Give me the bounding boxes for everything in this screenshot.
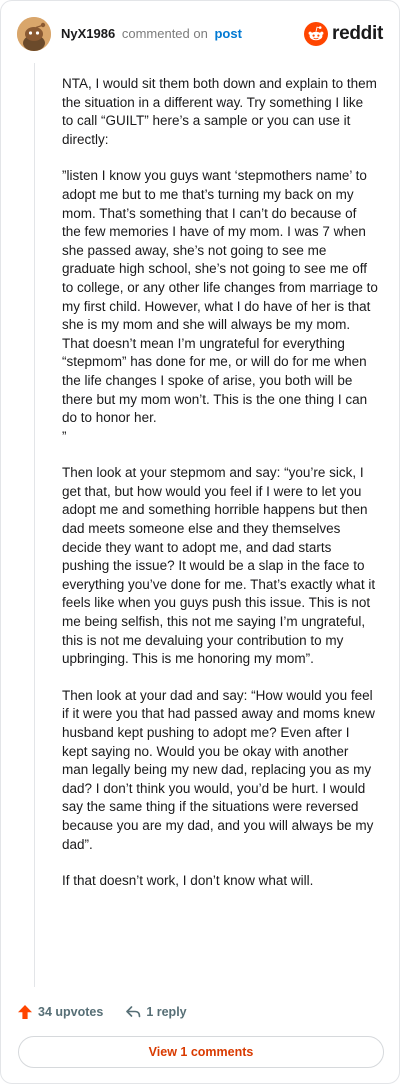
comment-header: NyX1986 commented on post reddit — [17, 17, 383, 51]
post-link[interactable]: post — [214, 26, 241, 41]
comment-paragraph: Then look at your dad and say: “How woul… — [62, 687, 375, 852]
user-avatar[interactable] — [17, 17, 51, 51]
comment-paragraph: ”listen I know you guys want ‘stepmother… — [62, 168, 378, 444]
comment-actions: 34 upvotes 1 reply — [17, 1001, 187, 1023]
comment-body: NTA, I would sit them both down and expl… — [62, 75, 378, 909]
reply-arrow-icon — [126, 1006, 141, 1018]
upvote-button[interactable]: 34 upvotes — [17, 1004, 103, 1020]
upvote-count: 34 upvotes — [38, 1005, 104, 1019]
action-text: commented on — [121, 26, 208, 41]
comment-card: NyX1986 commented on post reddit NTA, I … — [0, 0, 400, 1084]
upvote-arrow-icon — [18, 1005, 32, 1019]
reddit-snoo-icon — [304, 22, 329, 46]
comment-meta: NyX1986 commented on post — [61, 26, 242, 41]
brand-wordmark: reddit — [332, 23, 383, 44]
view-comments-button[interactable]: View 1 comments — [18, 1036, 384, 1068]
reddit-logo[interactable]: reddit — [304, 21, 383, 47]
thread-line[interactable] — [34, 63, 35, 987]
username[interactable]: NyX1986 — [61, 26, 115, 41]
comment-paragraph: Then look at your stepmom and say: “you’… — [62, 465, 376, 667]
snoo-avatar-icon — [17, 17, 51, 51]
reply-count: 1 reply — [146, 1005, 187, 1019]
comment-paragraph: NTA, I would sit them both down and expl… — [62, 76, 377, 147]
comment-paragraph: If that doesn’t work, I don’t know what … — [62, 873, 314, 889]
reply-button[interactable]: 1 reply — [125, 1004, 187, 1020]
